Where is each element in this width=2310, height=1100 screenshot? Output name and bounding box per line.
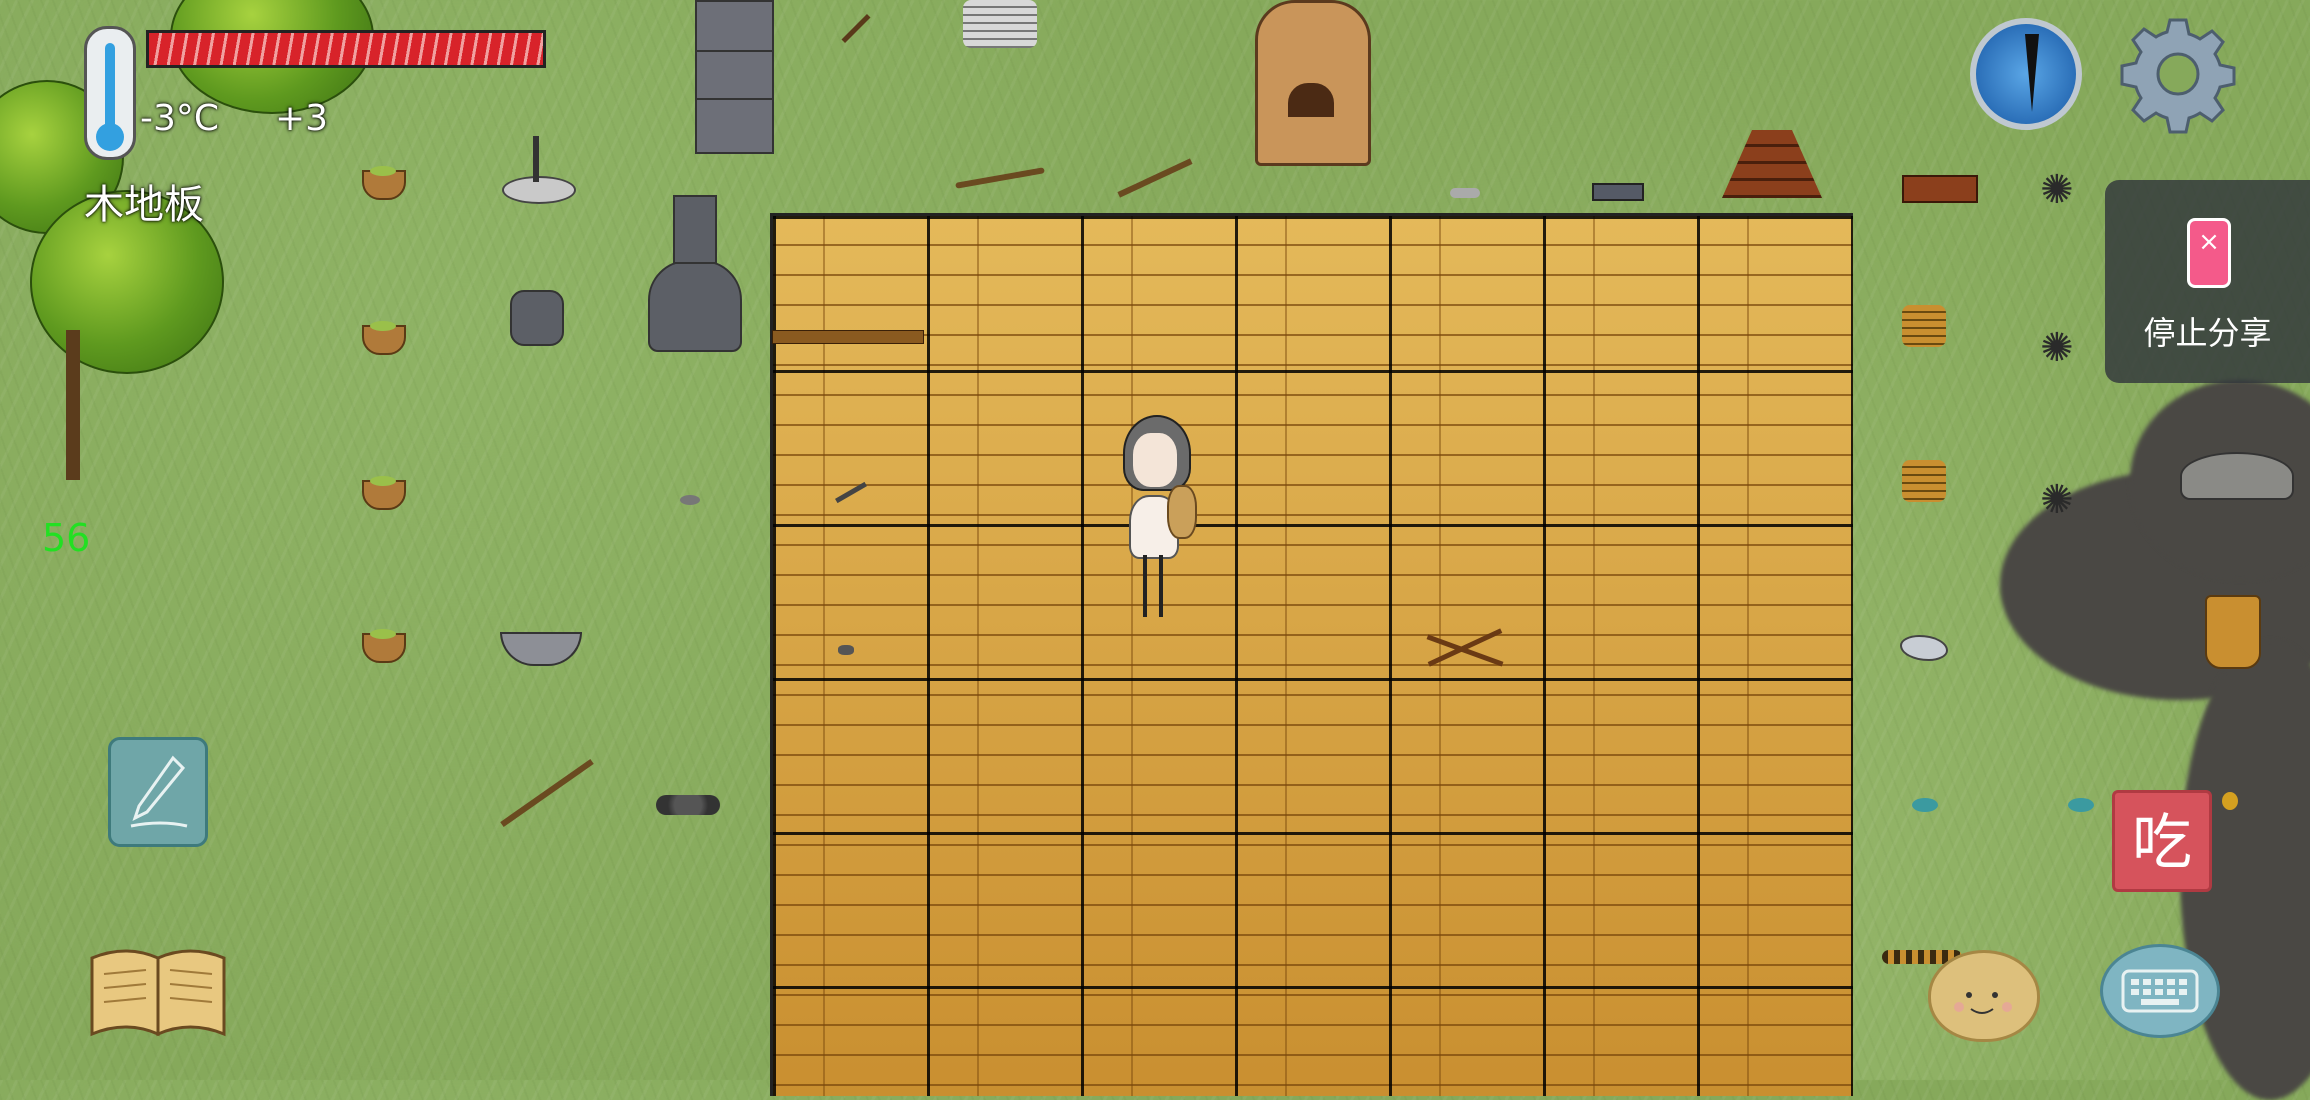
- dry-plant[interactable]: ✺: [2040, 170, 2074, 210]
- crock[interactable]: [510, 290, 564, 346]
- bow-drill[interactable]: [1117, 158, 1193, 198]
- keyboard-icon[interactable]: [2100, 944, 2220, 1038]
- eat-button[interactable]: 吃: [2112, 790, 2212, 892]
- iron-ore[interactable]: [1900, 635, 1948, 661]
- sharp-stone[interactable]: [838, 645, 854, 655]
- basket-of-food[interactable]: [362, 629, 406, 663]
- health-bar: [146, 30, 546, 68]
- player-character[interactable]: [1115, 415, 1197, 625]
- small-item[interactable]: [2222, 792, 2238, 810]
- basket-of-food[interactable]: [362, 321, 406, 355]
- wooden-floor[interactable]: [770, 213, 1853, 1096]
- fishing-pole[interactable]: [500, 758, 594, 828]
- small-stone[interactable]: [680, 495, 700, 505]
- dry-plant[interactable]: ✺: [2040, 328, 2074, 368]
- temperature-delta: +3: [275, 98, 329, 139]
- bow[interactable]: [955, 167, 1045, 189]
- phone-x-icon: ×: [2187, 218, 2231, 288]
- thermometer-icon: [84, 26, 136, 160]
- small-item[interactable]: [1912, 798, 1938, 812]
- adobe-brick-pile[interactable]: [1722, 130, 1822, 198]
- dry-plant[interactable]: ✺: [2040, 480, 2074, 520]
- iron-pot[interactable]: [648, 260, 742, 352]
- adobe-bricks[interactable]: [1902, 175, 1978, 203]
- big-rock[interactable]: [2180, 452, 2294, 500]
- gear-icon[interactable]: [2118, 14, 2238, 134]
- kiln[interactable]: [1255, 0, 1371, 166]
- stop-share-label: 停止分享: [2143, 314, 2272, 352]
- iron-pipe[interactable]: [673, 195, 717, 264]
- basket-of-food[interactable]: [362, 166, 406, 200]
- small-item[interactable]: [2068, 798, 2094, 812]
- hatchet[interactable]: [841, 14, 871, 43]
- tree-trunk: [66, 330, 80, 480]
- stone-block[interactable]: [695, 0, 774, 52]
- basket-stack[interactable]: [1902, 305, 1946, 347]
- iron-bar[interactable]: [1592, 183, 1644, 201]
- book-icon[interactable]: [86, 940, 231, 1040]
- stacked-plates[interactable]: [963, 0, 1037, 48]
- flint[interactable]: [1450, 188, 1480, 198]
- spindle-stick: [533, 136, 539, 182]
- compass-icon[interactable]: [1970, 18, 2082, 130]
- clay-pot[interactable]: [2205, 595, 2261, 669]
- stone-block[interactable]: [695, 50, 774, 100]
- basket-of-food[interactable]: [362, 476, 406, 510]
- stone-block[interactable]: [695, 98, 774, 154]
- face-icon[interactable]: [1928, 950, 2040, 1042]
- spindle[interactable]: [502, 176, 576, 204]
- bowl[interactable]: [500, 632, 582, 666]
- stop-share-panel[interactable]: × 停止分享: [2105, 180, 2310, 383]
- tile-name-label: 木地板: [84, 182, 204, 228]
- pen-icon[interactable]: [108, 737, 208, 847]
- board[interactable]: [772, 330, 924, 344]
- basket-stack[interactable]: [1902, 460, 1946, 502]
- temperature-readout: -3°C: [140, 98, 220, 139]
- fps-counter: 56: [42, 516, 91, 560]
- round-stones[interactable]: [656, 795, 720, 815]
